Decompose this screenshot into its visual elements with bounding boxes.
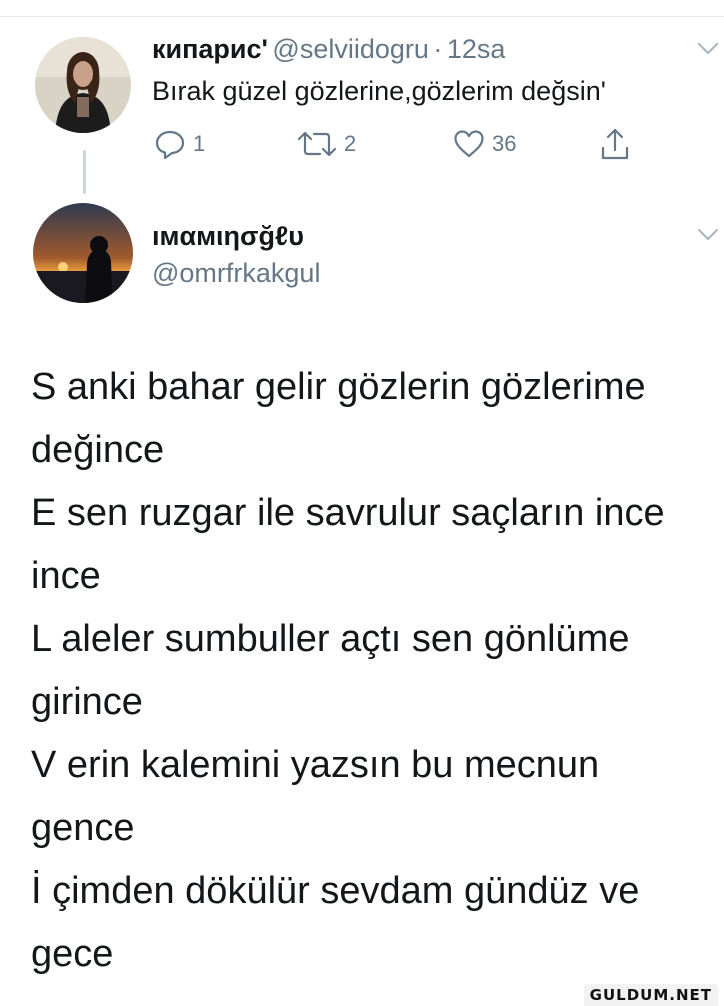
reply-button[interactable]: 1: [153, 124, 205, 164]
chevron-down-icon[interactable]: [697, 42, 719, 56]
tweet2-text: S anki bahar gelir gözlerin gözlerime de…: [31, 356, 721, 986]
share-button[interactable]: [598, 124, 632, 164]
thread-line: [83, 150, 86, 194]
tweet1-display-name[interactable]: кипарис': [152, 34, 268, 64]
poem-line: gece: [31, 933, 114, 975]
tweet1-header: кипарис' @selviidogru · 12sa: [152, 34, 505, 65]
retweet-button[interactable]: 2: [296, 124, 356, 164]
retweet-icon: [297, 131, 337, 157]
watermark: GULDUM.NET: [583, 984, 718, 1006]
tweet1-handle[interactable]: @selviidogru: [272, 34, 428, 64]
like-icon: [454, 130, 484, 158]
top-divider: [0, 16, 724, 17]
poem-line: İ çimden dökülür sevdam gündüz ve: [31, 870, 640, 912]
poem-line: E sen ruzgar ile savrulur saçların ince: [31, 492, 665, 534]
poem-line: girince: [31, 681, 143, 723]
poem-line: değince: [31, 429, 165, 471]
poem-line: L aleler sumbuller açtı sen gönlüme: [31, 618, 630, 660]
share-icon: [601, 128, 629, 160]
poem-line: V erin kalemini yazsın bu mecnun: [31, 744, 600, 786]
reply-icon: [155, 130, 185, 160]
tweet1-text: Bırak güzel gözlerine,gözlerim değsin': [152, 76, 606, 106]
like-button[interactable]: 36: [452, 124, 516, 164]
tweet1-separator: ·: [433, 34, 443, 64]
tweet2-display-name[interactable]: ıмαмιησğℓυ: [152, 221, 304, 251]
like-count: 36: [492, 131, 517, 156]
reply-count: 1: [193, 131, 206, 156]
retweet-count: 2: [344, 131, 357, 156]
poem-line: ince: [31, 555, 101, 597]
tweet1-time[interactable]: 12sa: [447, 34, 506, 64]
avatar-omrfrkakgul[interactable]: [33, 203, 133, 303]
poem-line: gence: [31, 807, 135, 849]
tweet2-handle[interactable]: @omrfrkakgul: [152, 258, 320, 289]
chevron-down-icon[interactable]: [697, 228, 719, 242]
poem-line: S anki bahar gelir gözlerin gözlerime: [31, 366, 646, 408]
tweet2-header: ıмαмιησğℓυ: [152, 221, 304, 252]
avatar-selviidogru[interactable]: [35, 37, 131, 133]
